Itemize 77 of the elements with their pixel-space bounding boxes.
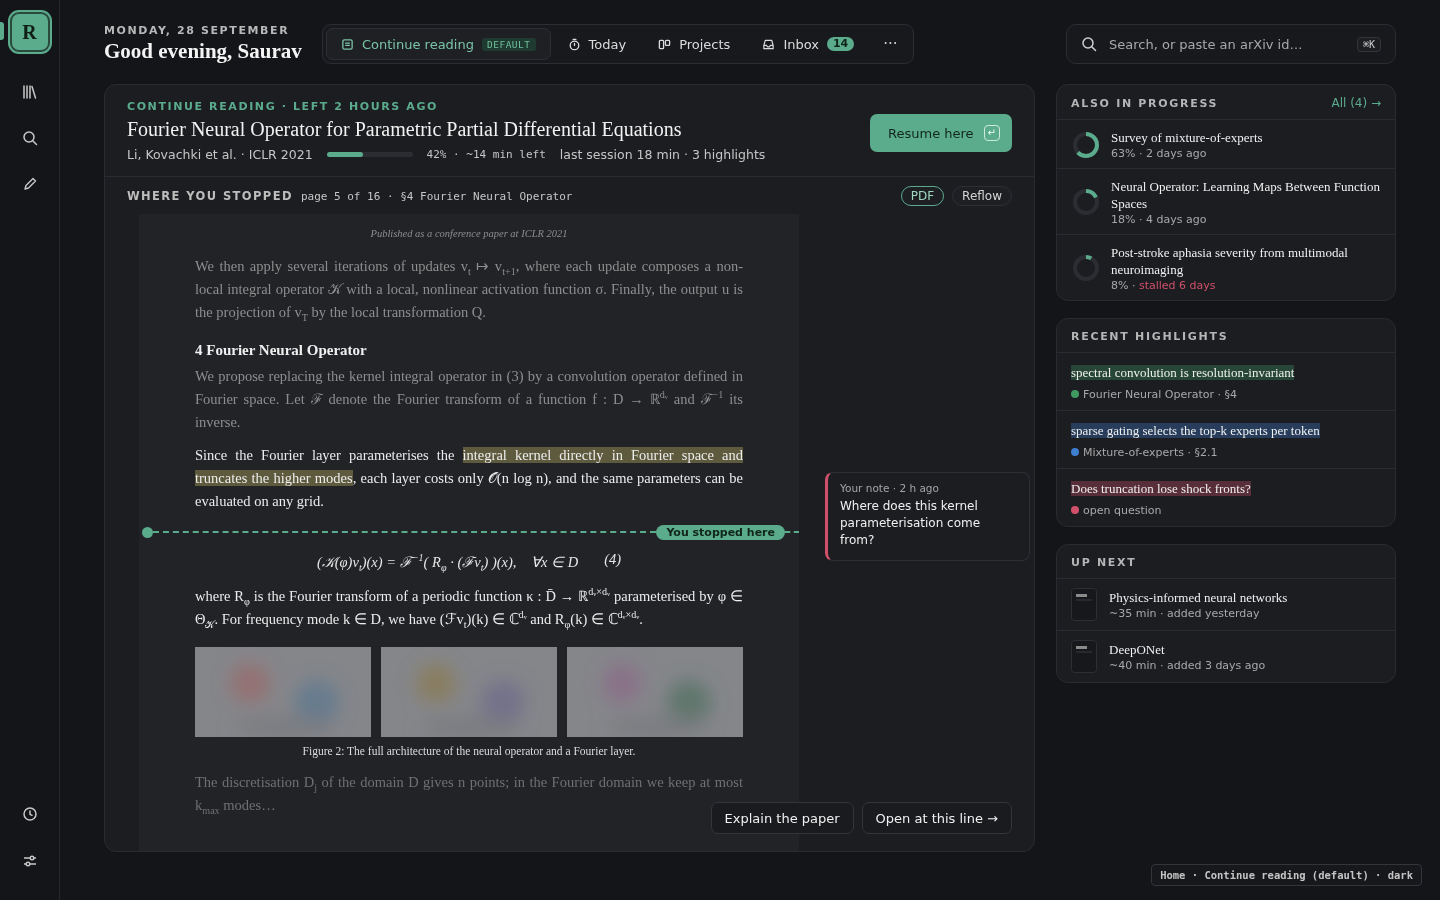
nav-tab[interactable]: Projects (643, 28, 746, 60)
clock-icon[interactable] (21, 806, 38, 822)
paper-title: Fourier Neural Operator for Parametric Partial Differential Equations (127, 118, 683, 141)
more-button[interactable]: ··· (871, 35, 910, 53)
search-icon (1081, 36, 1097, 52)
progress-ring (1071, 187, 1101, 217)
progress-text: 42% · ~14 min left (426, 148, 546, 161)
pencil-icon[interactable] (21, 176, 38, 192)
paper-authors: Li, Kovachki et al. · ICLR 2021 (127, 147, 313, 162)
progress-ring (1071, 253, 1101, 283)
search-field[interactable]: Search, or paste an arXiv id… ⌘K (1066, 24, 1396, 64)
session-info: last session 18 min · 3 highlights (559, 147, 766, 162)
running-head: Published as a conference paper at ICLR 2021 (369, 228, 569, 239)
card-title: UP NEXT (1071, 556, 1137, 569)
section-label: CONTINUE READING · LEFT 2 HOURS AGO (127, 100, 439, 113)
see-all-link[interactable]: All (4) → (1331, 96, 1381, 110)
paper-meta: 18% · 4 days ago (1111, 213, 1208, 226)
paper-meta: ~35 min · added yesterday (1109, 607, 1261, 620)
settings-icon[interactable] (21, 853, 38, 869)
note-text: Where does this kernel parameterisation come from? (840, 498, 982, 549)
note-card[interactable]: Your note · 2 h ago Where does this kernel parameterisation come from? (825, 472, 1030, 561)
paper-meta: 8% · stalled 6 days (1111, 279, 1217, 292)
search-input[interactable]: Search, or paste an arXiv id… (1107, 35, 1347, 53)
date-label: MONDAY, 28 SEPTEMBER (104, 24, 291, 37)
paper-meta: 63% · 2 days ago (1111, 147, 1208, 160)
location-text: page 5 of 16 · §4 Fourier Neural Operator (300, 189, 573, 203)
paragraph: Since the Fourier layer parameterises the integral kernel directly in Fourier space and truncates the higher modes, each layer costs only 𝒪(n log n), and the same parameters can be evaluated on any grid. (195, 446, 743, 511)
highlight-text[interactable]: spectral convolution is resolution-invariant (1071, 365, 1295, 380)
resume-button[interactable]: Resume here ↵ (870, 114, 1012, 152)
app-logo[interactable]: R (9, 12, 50, 52)
status-badge: Home · Continue reading (default) · dark (1151, 864, 1422, 886)
progress-ring (1071, 129, 1101, 160)
enter-key-hint: ↵ (983, 125, 1000, 141)
section-heading: 4 Fourier Neural Operator (195, 342, 368, 359)
equation-number: (4) (604, 551, 622, 569)
paragraph: We propose replacing the kernel integral operator in (3) by a convolution operator defined in Fourier space. Let ℱ denote the Fourier transform of a function f : D → ℝ$^{dᵥ}$ and ℱ$^{−1}$ its inverse. (195, 367, 743, 432)
view-toggle[interactable]: Reflow (952, 186, 1012, 206)
dashed-line (785, 531, 799, 533)
section-label: WHERE YOU STOPPED (127, 189, 293, 203)
nav-tab[interactable]: Continue reading DEFAULT (326, 28, 551, 60)
paper-title[interactable]: DeepONet (1109, 641, 1266, 658)
view-toggle[interactable]: PDF (900, 186, 945, 206)
stopwatch-icon (567, 37, 581, 51)
highlight-text[interactable]: sparse gating selects the top-k experts per token (1071, 423, 1320, 438)
action-button[interactable]: Explain the paper (710, 802, 854, 834)
paper-title[interactable]: Post-stroke aphasia severity from multimodal neuroimaging (1111, 244, 1381, 278)
nav-tab[interactable]: Inbox 14 (747, 28, 870, 60)
card-title: RECENT HIGHLIGHTS (1071, 330, 1229, 343)
inbox-icon (762, 37, 776, 51)
columns-icon (658, 37, 672, 51)
stop-dot (142, 526, 153, 538)
document-icon (341, 37, 354, 51)
stop-marker-label: You stopped here (656, 524, 785, 540)
figure-caption: Figure 2: The full architecture of the neural operator and a Fourier layer. (301, 745, 637, 757)
nav-tab[interactable]: Today (552, 28, 642, 60)
highlight-text[interactable]: Does truncation lose shock fronts? (1071, 481, 1251, 496)
note-meta: Your note · 2 h ago (840, 482, 940, 494)
card-title: ALSO IN PROGRESS (1071, 96, 1219, 110)
highlight-source: Fourier Neural Operator · §4 (1083, 388, 1237, 401)
count-badge: 14 (826, 37, 855, 51)
greeting: Good evening, Saurav (104, 39, 303, 64)
library-icon[interactable] (21, 84, 38, 100)
document-icon (1071, 588, 1097, 621)
document-icon (1071, 640, 1097, 673)
highlight-source: Mixture-of-experts · §2.1 (1083, 446, 1218, 459)
paper-title[interactable]: Survey of mixture-of-experts (1111, 129, 1263, 146)
paper-title[interactable]: Neural Operator: Learning Maps Between Function Spaces (1111, 178, 1381, 212)
paper-title[interactable]: Physics-informed neural networks (1109, 589, 1288, 606)
equation: (𝒦(φ)v$_{t}$)(x) = ℱ$^{−1}$( R$_{φ}$ · (ℱv$_{t}$) )(x), ∀x ∈ D (316, 551, 579, 571)
search-icon[interactable] (21, 130, 38, 146)
shortcut-hint: ⌘K (1356, 36, 1381, 52)
tag-badge: DEFAULT (481, 37, 536, 51)
highlight-source: open question (1083, 504, 1162, 517)
paper-meta: ~40 min · added 3 days ago (1109, 659, 1266, 672)
action-button[interactable]: Open at this line → (861, 802, 1012, 834)
paragraph: where R$_{φ}$ is the Fourier transform of a periodic function κ : D̄ → ℝ$^{dᵥ×dᵥ}$ parameterised by φ ∈ Θ$_{𝒦}$. For frequency mode k ∈ D, we have (ℱv$_{t}$)(k) ∈ ℂ$^{dᵥ}$ and R$_{φ}$(k) ∈ ℂ$^{dᵥ×dᵥ}$. (195, 585, 743, 631)
paragraph: We then apply several iterations of updates v$_{t}$ ↦ v$_{t+1}$, where each update composes a non-local integral operator 𝒦 with a local, nonlinear activation function σ. Finally, the output u is the projection of v$_{T}$ by the local transformation Q. (195, 257, 743, 324)
